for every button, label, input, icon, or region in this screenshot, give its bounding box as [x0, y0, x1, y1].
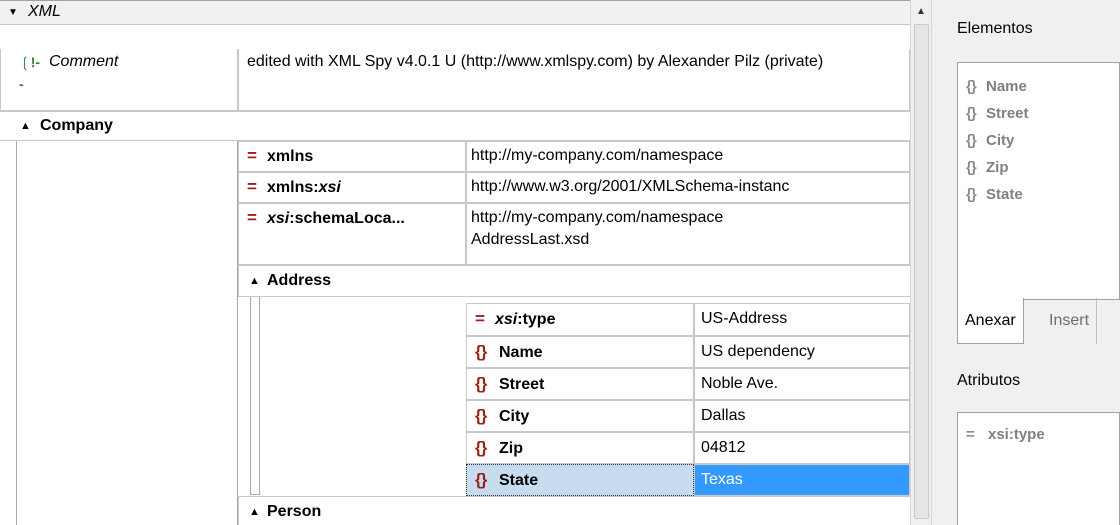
element-icon: {} [966, 159, 977, 176]
company-label: Company [40, 117, 113, 134]
address-row-name-value[interactable]: US dependency [694, 336, 910, 368]
address-row-state-value[interactable]: Texas [694, 464, 910, 496]
address-row-street-name[interactable]: {} Street [466, 368, 694, 400]
attr-xmlns-value[interactable]: http://my-company.com/namespace [466, 141, 910, 172]
attr-schema-location-value[interactable]: http://my-company.com/namespace AddressL… [466, 203, 910, 265]
element-item[interactable]: {} Street [958, 100, 1119, 127]
element-item[interactable]: {} City [958, 127, 1119, 154]
address-row-street-value[interactable]: Noble Ave. [694, 368, 910, 400]
attribute-icon: = [966, 426, 975, 443]
address-row-city-value[interactable]: Dallas [694, 400, 910, 432]
collapse-xml-icon[interactable]: ▼ [8, 7, 18, 18]
comment-text: edited with XML Spy v4.0.1 U (http://www… [247, 53, 824, 70]
address-row-state-name[interactable]: {} State [466, 464, 694, 496]
attr-xmlns-xsi-value[interactable]: http://www.w3.org/2001/XMLSchema-instanc [466, 172, 910, 203]
attr-xmlns-xsi-name[interactable]: = xmlns:xsi [238, 172, 466, 203]
attribute-icon: = [247, 177, 257, 196]
xml-label: XML [28, 3, 61, 20]
address-row-city-name[interactable]: {} City [466, 400, 694, 432]
company-children-bar [16, 141, 238, 525]
address-row[interactable]: ▲ Address [238, 265, 910, 297]
address-row-zip-value[interactable]: 04812 [694, 432, 910, 464]
grid-view: ▼ XML ❲!-- Comment edited with XML Spy v… [0, 0, 910, 525]
address-label: Address [267, 272, 332, 289]
comment-value-cell[interactable]: edited with XML Spy v4.0.1 U (http://www… [238, 49, 910, 111]
collapse-person-icon[interactable]: ▲ [249, 507, 260, 518]
element-icon: {} [966, 186, 977, 203]
elements-tabs: Anexar Insert [957, 298, 1120, 344]
attr-schema-location-name[interactable]: = xsi:schemaLoca... [238, 203, 466, 265]
person-label: Person [267, 503, 322, 520]
comment-icon: ❲!-- [19, 54, 41, 92]
elements-title: Elementos [957, 20, 1033, 37]
company-row[interactable]: ▲ Company [0, 111, 910, 141]
vertical-scrollbar[interactable]: ▲ [910, 0, 932, 525]
element-icon: {} [475, 438, 487, 457]
xml-grid-editor: ▼ XML ❲!-- Comment edited with XML Spy v… [0, 0, 1120, 525]
attributes-title: Atributos [957, 372, 1021, 389]
address-row-name-name[interactable]: {} Name [466, 336, 694, 368]
comment-label: Comment [49, 53, 119, 70]
xml-document-row[interactable]: ▼ XML [0, 1, 910, 25]
elements-list[interactable]: {} Name {} Street {} City {} Zip {} State [957, 62, 1120, 300]
attribute-icon: = [247, 146, 257, 165]
element-icon: {} [966, 132, 977, 149]
element-icon: {} [475, 374, 487, 393]
address-row-xsi-type-value[interactable]: US-Address [694, 303, 910, 336]
element-icon: {} [475, 470, 487, 489]
collapse-address-icon[interactable]: ▲ [249, 276, 260, 287]
element-icon: {} [966, 78, 977, 95]
address-row-xsi-type-name[interactable]: = xsi:type [466, 303, 694, 336]
collapse-company-icon[interactable]: ▲ [20, 121, 31, 132]
comment-name-cell[interactable]: ❲!-- Comment [0, 49, 238, 111]
element-icon: {} [966, 105, 977, 122]
tab-anexar[interactable]: Anexar [957, 298, 1024, 344]
attr-xmlns-name[interactable]: = xmlns [238, 141, 466, 172]
attribute-icon: = [247, 208, 257, 227]
element-icon: {} [475, 406, 487, 425]
attribute-item[interactable]: = xsi:type [958, 421, 1119, 448]
address-children-bar [250, 297, 260, 495]
element-item[interactable]: {} State [958, 181, 1119, 208]
tab-insert[interactable]: Insert [1042, 298, 1098, 344]
element-icon: {} [475, 342, 487, 361]
scroll-up-icon[interactable]: ▲ [916, 6, 926, 17]
scrollbar-thumb[interactable] [914, 24, 929, 519]
entry-helpers-panel: Elementos {} Name {} Street {} City {} Zip {… [932, 0, 1120, 525]
element-item[interactable]: {} Zip [958, 154, 1119, 181]
attributes-list[interactable]: = xsi:type [957, 412, 1120, 525]
attribute-icon: = [475, 309, 485, 328]
element-item[interactable]: {} Name [958, 73, 1119, 100]
person-row[interactable]: ▲ Person [238, 496, 910, 525]
address-row-zip-name[interactable]: {} Zip [466, 432, 694, 464]
